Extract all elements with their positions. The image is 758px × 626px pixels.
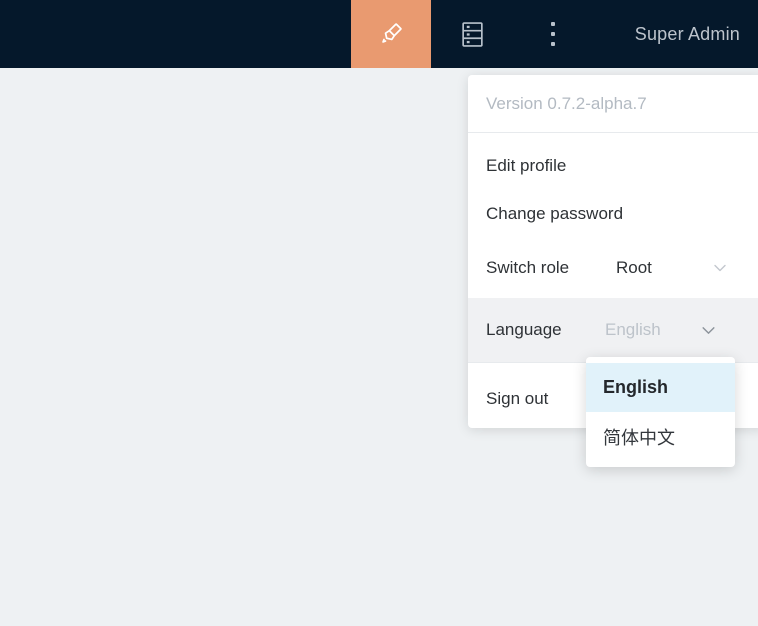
user-menu-trigger[interactable]: Super Admin bbox=[635, 0, 740, 68]
top-navbar: Super Admin bbox=[0, 0, 758, 68]
kebab-menu-icon bbox=[551, 22, 555, 46]
menu-item-label: Sign out bbox=[486, 389, 549, 408]
menu-item-change-password[interactable]: Change password bbox=[468, 190, 758, 238]
logs-icon bbox=[460, 21, 485, 48]
language-select-dropdown: English 简体中文 bbox=[586, 357, 735, 467]
menu-item-switch-role[interactable]: Switch role Root bbox=[468, 244, 758, 292]
menu-item-edit-profile[interactable]: Edit profile bbox=[468, 142, 758, 190]
language-option-simplified-chinese[interactable]: 简体中文 bbox=[586, 412, 735, 461]
chevron-down-icon bbox=[712, 260, 728, 276]
menu-item-label: Language bbox=[486, 320, 562, 339]
language-option-english[interactable]: English bbox=[586, 363, 735, 412]
language-value[interactable]: English bbox=[605, 320, 661, 340]
user-name-label: Super Admin bbox=[634, 23, 740, 44]
menu-item-label: Edit profile bbox=[486, 156, 567, 175]
switch-role-value[interactable]: Root bbox=[616, 258, 652, 278]
version-label: Version 0.7.2-alpha.7 bbox=[468, 75, 758, 133]
logs-button[interactable] bbox=[448, 0, 496, 68]
app-root: { "colors": { "header_bg": "#05182b", "a… bbox=[0, 0, 758, 626]
chevron-down-icon bbox=[700, 322, 717, 339]
language-option-label: English bbox=[603, 377, 669, 397]
language-option-label: 简体中文 bbox=[603, 427, 675, 448]
menu-item-label: Change password bbox=[486, 204, 624, 223]
annotate-button[interactable] bbox=[351, 0, 431, 68]
menu-item-label: Switch role bbox=[486, 258, 570, 277]
more-menu-button[interactable] bbox=[529, 0, 577, 68]
menu-item-language[interactable]: Language English bbox=[468, 298, 758, 362]
mark-pen-icon bbox=[377, 20, 405, 48]
